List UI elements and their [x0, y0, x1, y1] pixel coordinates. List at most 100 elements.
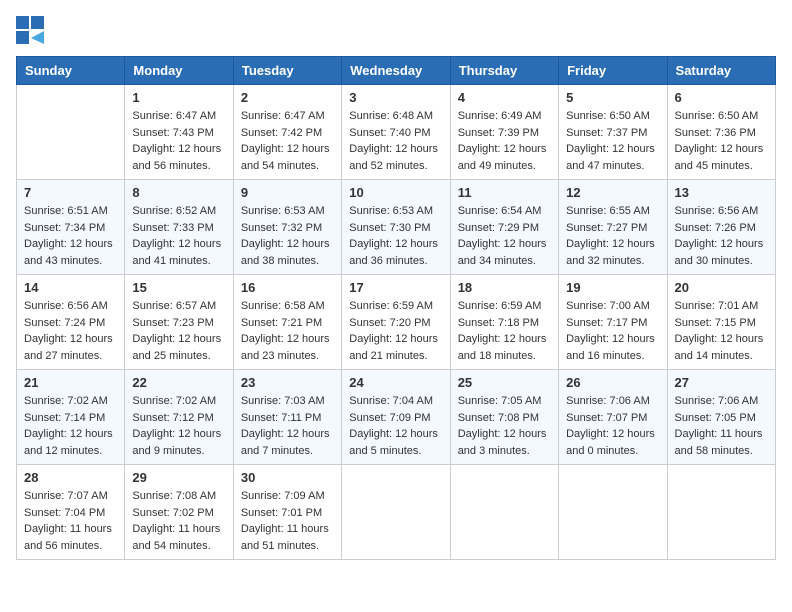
day-number: 27 — [675, 375, 768, 390]
day-number: 23 — [241, 375, 334, 390]
cell-info-text: Sunrise: 6:59 AM — [349, 298, 442, 315]
day-header-saturday: Saturday — [667, 57, 775, 85]
page-header — [16, 16, 776, 44]
calendar-cell: 28Sunrise: 7:07 AMSunset: 7:04 PMDayligh… — [17, 465, 125, 560]
day-header-tuesday: Tuesday — [233, 57, 341, 85]
cell-info-text: Daylight: 12 hours and 38 minutes. — [241, 236, 334, 269]
cell-info-text: Sunset: 7:04 PM — [24, 505, 117, 522]
cell-info-text: Sunset: 7:23 PM — [132, 315, 225, 332]
calendar-week-row: 28Sunrise: 7:07 AMSunset: 7:04 PMDayligh… — [17, 465, 776, 560]
cell-info-text: Sunset: 7:27 PM — [566, 220, 659, 237]
cell-info-text: Daylight: 12 hours and 16 minutes. — [566, 331, 659, 364]
cell-info-text: Daylight: 12 hours and 45 minutes. — [675, 141, 768, 174]
day-number: 19 — [566, 280, 659, 295]
cell-info-text: Daylight: 12 hours and 41 minutes. — [132, 236, 225, 269]
day-number: 25 — [458, 375, 551, 390]
cell-info-text: Sunrise: 6:58 AM — [241, 298, 334, 315]
cell-info-text: Sunrise: 7:09 AM — [241, 488, 334, 505]
cell-info-text: Daylight: 12 hours and 14 minutes. — [675, 331, 768, 364]
cell-info-text: Daylight: 12 hours and 25 minutes. — [132, 331, 225, 364]
cell-info-text: Sunrise: 7:05 AM — [458, 393, 551, 410]
cell-info-text: Daylight: 12 hours and 7 minutes. — [241, 426, 334, 459]
calendar-cell — [559, 465, 667, 560]
cell-info-text: Sunrise: 6:47 AM — [241, 108, 334, 125]
day-number: 17 — [349, 280, 442, 295]
calendar-cell: 12Sunrise: 6:55 AMSunset: 7:27 PMDayligh… — [559, 180, 667, 275]
cell-info-text: Sunrise: 7:01 AM — [675, 298, 768, 315]
day-header-friday: Friday — [559, 57, 667, 85]
calendar-cell: 9Sunrise: 6:53 AMSunset: 7:32 PMDaylight… — [233, 180, 341, 275]
cell-info-text: Sunset: 7:15 PM — [675, 315, 768, 332]
calendar-cell: 25Sunrise: 7:05 AMSunset: 7:08 PMDayligh… — [450, 370, 558, 465]
day-number: 26 — [566, 375, 659, 390]
cell-info-text: Sunset: 7:43 PM — [132, 125, 225, 142]
cell-info-text: Sunrise: 6:56 AM — [24, 298, 117, 315]
day-number: 10 — [349, 185, 442, 200]
day-number: 11 — [458, 185, 551, 200]
day-number: 3 — [349, 90, 442, 105]
cell-info-text: Daylight: 12 hours and 30 minutes. — [675, 236, 768, 269]
day-number: 15 — [132, 280, 225, 295]
day-number: 2 — [241, 90, 334, 105]
cell-info-text: Sunrise: 6:49 AM — [458, 108, 551, 125]
calendar-cell — [17, 85, 125, 180]
cell-info-text: Sunset: 7:36 PM — [675, 125, 768, 142]
calendar-table: SundayMondayTuesdayWednesdayThursdayFrid… — [16, 56, 776, 560]
day-number: 16 — [241, 280, 334, 295]
day-number: 20 — [675, 280, 768, 295]
cell-info-text: Daylight: 12 hours and 56 minutes. — [132, 141, 225, 174]
cell-info-text: Daylight: 12 hours and 52 minutes. — [349, 141, 442, 174]
cell-info-text: Sunrise: 6:51 AM — [24, 203, 117, 220]
cell-info-text: Sunset: 7:42 PM — [241, 125, 334, 142]
cell-info-text: Sunset: 7:09 PM — [349, 410, 442, 427]
day-header-thursday: Thursday — [450, 57, 558, 85]
cell-info-text: Sunset: 7:37 PM — [566, 125, 659, 142]
cell-info-text: Daylight: 12 hours and 32 minutes. — [566, 236, 659, 269]
calendar-cell: 6Sunrise: 6:50 AMSunset: 7:36 PMDaylight… — [667, 85, 775, 180]
calendar-cell: 17Sunrise: 6:59 AMSunset: 7:20 PMDayligh… — [342, 275, 450, 370]
cell-info-text: Sunrise: 7:06 AM — [566, 393, 659, 410]
cell-info-text: Sunset: 7:05 PM — [675, 410, 768, 427]
cell-info-text: Sunset: 7:12 PM — [132, 410, 225, 427]
cell-info-text: Sunset: 7:26 PM — [675, 220, 768, 237]
cell-info-text: Sunrise: 6:52 AM — [132, 203, 225, 220]
calendar-cell — [342, 465, 450, 560]
cell-info-text: Daylight: 11 hours and 58 minutes. — [675, 426, 768, 459]
cell-info-text: Sunrise: 6:57 AM — [132, 298, 225, 315]
cell-info-text: Daylight: 12 hours and 12 minutes. — [24, 426, 117, 459]
cell-info-text: Sunrise: 7:02 AM — [132, 393, 225, 410]
cell-info-text: Sunset: 7:30 PM — [349, 220, 442, 237]
cell-info-text: Sunrise: 6:54 AM — [458, 203, 551, 220]
cell-info-text: Sunrise: 6:50 AM — [566, 108, 659, 125]
calendar-week-row: 14Sunrise: 6:56 AMSunset: 7:24 PMDayligh… — [17, 275, 776, 370]
calendar-week-row: 1Sunrise: 6:47 AMSunset: 7:43 PMDaylight… — [17, 85, 776, 180]
cell-info-text: Sunrise: 6:53 AM — [349, 203, 442, 220]
cell-info-text: Sunset: 7:14 PM — [24, 410, 117, 427]
calendar-cell — [667, 465, 775, 560]
cell-info-text: Sunset: 7:32 PM — [241, 220, 334, 237]
cell-info-text: Daylight: 11 hours and 51 minutes. — [241, 521, 334, 554]
cell-info-text: Sunrise: 6:50 AM — [675, 108, 768, 125]
calendar-cell: 30Sunrise: 7:09 AMSunset: 7:01 PMDayligh… — [233, 465, 341, 560]
cell-info-text: Sunrise: 7:07 AM — [24, 488, 117, 505]
cell-info-text: Sunrise: 6:56 AM — [675, 203, 768, 220]
cell-info-text: Sunrise: 6:53 AM — [241, 203, 334, 220]
day-number: 13 — [675, 185, 768, 200]
day-number: 18 — [458, 280, 551, 295]
calendar-cell: 11Sunrise: 6:54 AMSunset: 7:29 PMDayligh… — [450, 180, 558, 275]
cell-info-text: Sunrise: 6:47 AM — [132, 108, 225, 125]
day-number: 24 — [349, 375, 442, 390]
cell-info-text: Daylight: 12 hours and 27 minutes. — [24, 331, 117, 364]
cell-info-text: Sunset: 7:39 PM — [458, 125, 551, 142]
cell-info-text: Daylight: 12 hours and 0 minutes. — [566, 426, 659, 459]
calendar-header-row: SundayMondayTuesdayWednesdayThursdayFrid… — [17, 57, 776, 85]
day-number: 8 — [132, 185, 225, 200]
day-number: 1 — [132, 90, 225, 105]
calendar-week-row: 7Sunrise: 6:51 AMSunset: 7:34 PMDaylight… — [17, 180, 776, 275]
calendar-cell: 7Sunrise: 6:51 AMSunset: 7:34 PMDaylight… — [17, 180, 125, 275]
day-header-wednesday: Wednesday — [342, 57, 450, 85]
cell-info-text: Sunset: 7:40 PM — [349, 125, 442, 142]
logo-icon — [16, 16, 44, 44]
cell-info-text: Daylight: 12 hours and 18 minutes. — [458, 331, 551, 364]
cell-info-text: Daylight: 12 hours and 47 minutes. — [566, 141, 659, 174]
